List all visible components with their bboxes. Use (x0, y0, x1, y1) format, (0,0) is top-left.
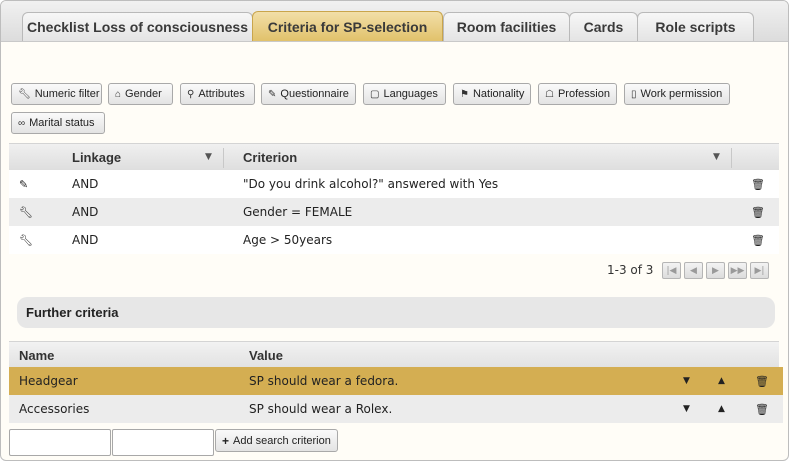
criterion-cell: Gender = FEMALE (243, 205, 353, 219)
attributes-button[interactable]: ⚲ Attributes (180, 83, 255, 105)
trash-icon[interactable]: 🗑︎ (751, 198, 765, 226)
window-frame: Checklist Loss of consciousness Criteria… (0, 0, 789, 461)
table-row[interactable]: 🔧︎ AND Gender = FEMALE 🗑︎ (9, 198, 779, 226)
linkage-cell: AND (72, 177, 99, 191)
search-icon: ⚲ (187, 88, 195, 100)
wrench-icon[interactable]: 🔧︎ (19, 226, 33, 254)
trash-icon[interactable]: 🗑︎ (755, 367, 769, 395)
value-cell: SP should wear a Rolex. (249, 402, 393, 416)
column-divider (731, 148, 732, 168)
nationality-label: Nationality (472, 88, 525, 100)
trash-icon[interactable]: 🗑︎ (751, 226, 765, 254)
table-row[interactable]: Accessories SP should wear a Rolex. ▼ ▲ … (9, 395, 783, 423)
value-cell: SP should wear a fedora. (249, 374, 399, 388)
criterion-cell: "Do you drink alcohol?" answered with Ye… (243, 177, 499, 191)
marital-status-label: Marital status (29, 117, 95, 129)
criteria-table-header: Linkage ▼ Criterion ▼ (9, 143, 779, 171)
flag-icon: ⚑ (460, 88, 469, 100)
last-page-icon[interactable]: ▶| (750, 262, 769, 279)
attributes-label: Attributes (198, 88, 245, 100)
languages-label: Languages (383, 88, 438, 100)
trash-icon[interactable]: 🗑︎ (755, 395, 769, 423)
numeric-filter-label: Numeric filter (34, 88, 100, 100)
numeric-filter-button[interactable]: 🔧︎ Numeric filter (11, 83, 102, 105)
wrench-icon: 🔧︎ (18, 88, 31, 100)
move-up-icon[interactable]: ▲ (718, 367, 725, 395)
person-icon: ⌂ (115, 88, 122, 100)
document-icon: ▯ (631, 88, 637, 100)
criterion-name-input[interactable] (9, 429, 111, 456)
fast-forward-icon[interactable]: ▶▶ (728, 262, 747, 279)
value-column-header[interactable]: Value (249, 342, 283, 368)
tab-checklist[interactable]: Checklist Loss of consciousness (22, 12, 253, 41)
work-permission-button[interactable]: ▯ Work permission (624, 83, 730, 105)
move-down-icon[interactable]: ▼ (683, 395, 690, 423)
languages-button[interactable]: ▢ Languages (363, 83, 446, 105)
add-search-criterion-button[interactable]: + Add search criterion (215, 429, 338, 452)
further-criteria-table-header: Name Value (9, 341, 779, 368)
linkage-sort-icon[interactable]: ▼ (205, 152, 212, 162)
table-row[interactable]: Headgear SP should wear a fedora. ▼ ▲ 🗑︎ (9, 367, 783, 395)
pager-summary: 1-3 of 3 (607, 263, 654, 277)
next-page-icon[interactable]: ▶ (706, 262, 725, 279)
add-search-criterion-label: Add search criterion (233, 434, 331, 447)
criterion-column-header[interactable]: Criterion (243, 144, 297, 170)
further-criteria-header: Further criteria (17, 297, 775, 328)
questionnaire-label: Questionnaire (280, 88, 349, 100)
linkage-cell: AND (72, 205, 99, 219)
pencil-icon: ✎ (268, 88, 277, 100)
questionnaire-button[interactable]: ✎ Questionnaire (261, 83, 356, 105)
previous-page-icon[interactable]: ◀ (684, 262, 703, 279)
nationality-button[interactable]: ⚑ Nationality (453, 83, 531, 105)
building-icon: ☖ (545, 88, 554, 100)
pencil-icon[interactable]: ✎ (19, 170, 28, 198)
linkage-column-header[interactable]: Linkage (72, 144, 121, 170)
work-permission-label: Work permission (640, 88, 723, 100)
column-divider (223, 148, 224, 168)
profession-label: Profession (557, 88, 610, 100)
name-cell: Headgear (19, 374, 78, 388)
first-page-icon[interactable]: |◀ (662, 262, 681, 279)
gender-label: Gender (125, 88, 162, 100)
gender-button[interactable]: ⌂ Gender (108, 83, 173, 105)
plus-icon: + (222, 433, 230, 448)
tab-bar: Checklist Loss of consciousness Criteria… (1, 1, 788, 42)
link-icon: ∞ (18, 117, 26, 129)
linkage-cell: AND (72, 233, 99, 247)
criterion-cell: Age > 50years (243, 233, 333, 247)
name-cell: Accessories (19, 402, 90, 416)
criterion-value-input[interactable] (112, 429, 214, 456)
wrench-icon[interactable]: 🔧︎ (19, 198, 33, 226)
tab-room-facilities[interactable]: Room facilities (443, 12, 570, 41)
move-down-icon[interactable]: ▼ (683, 367, 690, 395)
table-row[interactable]: ✎ AND "Do you drink alcohol?" answered w… (9, 170, 779, 198)
speech-bubble-icon: ▢ (370, 88, 380, 100)
table-row[interactable]: 🔧︎ AND Age > 50years 🗑︎ (9, 226, 779, 254)
tab-cards[interactable]: Cards (569, 12, 638, 41)
move-up-icon[interactable]: ▲ (718, 395, 725, 423)
marital-status-button[interactable]: ∞ Marital status (11, 112, 105, 134)
name-column-header[interactable]: Name (19, 342, 54, 368)
profession-button[interactable]: ☖ Profession (538, 83, 617, 105)
trash-icon[interactable]: 🗑︎ (751, 170, 765, 198)
tab-role-scripts[interactable]: Role scripts (637, 12, 754, 41)
criterion-sort-icon[interactable]: ▼ (713, 152, 720, 162)
tab-criteria-sp-selection[interactable]: Criteria for SP-selection (252, 11, 443, 41)
